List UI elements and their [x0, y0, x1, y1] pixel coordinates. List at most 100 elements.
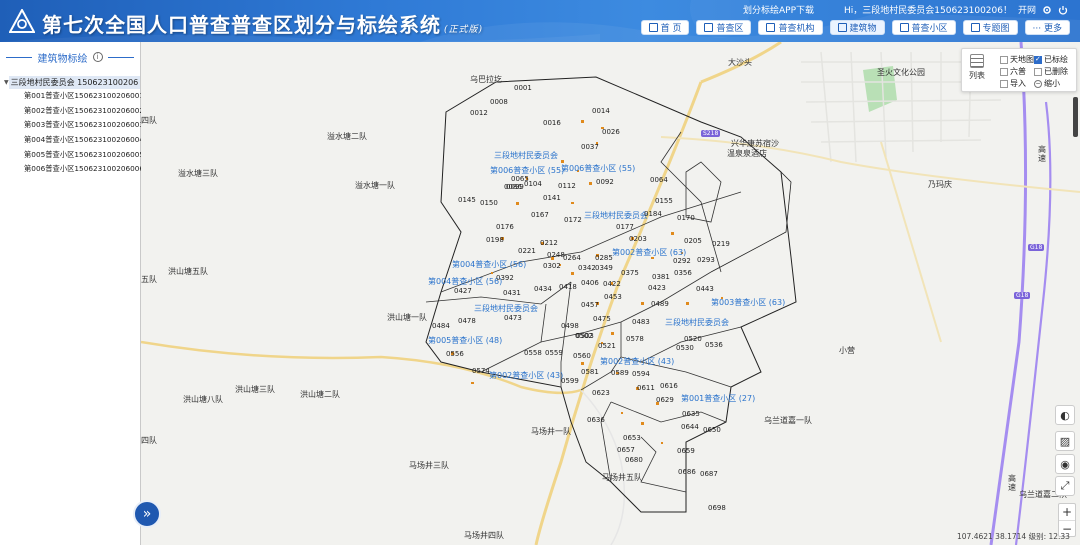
- building-label[interactable]: 0443: [696, 285, 714, 293]
- building-label[interactable]: 0427: [454, 287, 472, 295]
- layer-option-shrink[interactable]: − 缩小: [1034, 78, 1060, 89]
- building-label[interactable]: 0219: [712, 240, 730, 248]
- exit-link[interactable]: 开网: [1018, 3, 1036, 16]
- building-label[interactable]: 0184: [644, 210, 662, 218]
- building-label[interactable]: 0560: [573, 352, 591, 360]
- fullscreen-tool-button[interactable]: ⤢: [1055, 476, 1075, 496]
- building-label[interactable]: 0026: [602, 128, 620, 136]
- nav-building[interactable]: 建筑物: [829, 20, 885, 35]
- checkbox[interactable]: [1000, 55, 1008, 64]
- building-label[interactable]: 0473: [504, 314, 522, 322]
- area-label[interactable]: 第002普查小区 (43): [600, 356, 674, 367]
- building-label[interactable]: 0292: [673, 257, 691, 265]
- area-label[interactable]: 第004普查小区 (56): [428, 276, 502, 287]
- nav-agency[interactable]: 普查机构: [758, 20, 823, 35]
- map-scrollbar[interactable]: [1073, 97, 1078, 137]
- building-label[interactable]: 0381: [652, 273, 670, 281]
- building-label[interactable]: 0559: [545, 349, 563, 357]
- building-label[interactable]: 0016: [543, 119, 561, 127]
- tree-item-subdistrict-004[interactable]: 第004普查小区150623100206004: [0, 133, 144, 148]
- building-label[interactable]: 0629: [656, 396, 674, 404]
- building-label[interactable]: 0349: [595, 264, 613, 272]
- building-label[interactable]: 0064: [650, 176, 668, 184]
- map-view[interactable]: 乌巴拉圪 大沙头 溢水塘二队 溢水塘三队 溢水塘一队 兴华康苏宿沙 温泉泉酒店 …: [141, 42, 1080, 545]
- building-label[interactable]: 0293: [697, 256, 715, 264]
- building-label[interactable]: 0176: [496, 223, 514, 231]
- power-icon[interactable]: [1058, 5, 1068, 15]
- building-label[interactable]: 0431: [503, 289, 521, 297]
- building-label[interactable]: 0037: [581, 143, 599, 151]
- building-label[interactable]: 0099: [506, 183, 524, 191]
- building-label[interactable]: 0635: [682, 410, 700, 418]
- checkbox[interactable]: [1000, 79, 1008, 88]
- checkbox-checked[interactable]: [1034, 55, 1042, 64]
- building-label[interactable]: 0698: [708, 504, 726, 512]
- measure-tool-button[interactable]: ▨: [1055, 431, 1075, 451]
- building-label[interactable]: 0589: [611, 369, 629, 377]
- building-label[interactable]: 0653: [623, 434, 641, 442]
- building-label[interactable]: 0483: [632, 318, 650, 326]
- app-download-link[interactable]: 划分标绘APP下载: [743, 3, 814, 16]
- building-label[interactable]: 0177: [616, 223, 634, 231]
- building-label[interactable]: 0170: [677, 214, 695, 222]
- building-label[interactable]: 0556: [446, 350, 464, 358]
- building-label[interactable]: 0686: [678, 468, 696, 476]
- layer-option-deleted[interactable]: 已删除: [1034, 66, 1068, 77]
- building-label[interactable]: 0611: [637, 384, 655, 392]
- area-label[interactable]: 三段地村民委员会: [474, 303, 538, 314]
- building-label[interactable]: 0594: [632, 370, 650, 378]
- building-label[interactable]: 0150: [480, 199, 498, 207]
- building-label[interactable]: 0221: [518, 247, 536, 255]
- building-label[interactable]: 0581: [581, 368, 599, 376]
- checkbox[interactable]: [1034, 67, 1042, 76]
- nav-census-area[interactable]: 普查区: [696, 20, 752, 35]
- building-label[interactable]: 0657: [617, 446, 635, 454]
- area-label[interactable]: 第004普查小区 (56): [452, 259, 526, 270]
- building-label[interactable]: 0484: [432, 322, 450, 330]
- building-label[interactable]: 0141: [543, 194, 561, 202]
- settings-icon[interactable]: [1042, 5, 1052, 15]
- building-label[interactable]: 0342: [578, 264, 596, 272]
- list-button[interactable]: 列表: [966, 54, 988, 81]
- building-label[interactable]: 0498: [561, 322, 579, 330]
- building-label[interactable]: 0285: [595, 254, 613, 262]
- building-label[interactable]: 0530: [676, 344, 694, 352]
- tree-item-subdistrict-006[interactable]: 第006普查小区150623100206006: [0, 162, 144, 177]
- expand-panel-button[interactable]: »: [133, 500, 161, 528]
- nav-more[interactable]: ··· 更多: [1024, 20, 1070, 35]
- minus-circle-icon[interactable]: −: [1034, 79, 1042, 88]
- building-label[interactable]: 0302: [543, 262, 561, 270]
- building-label[interactable]: 0155: [655, 197, 673, 205]
- building-label[interactable]: 0520: [684, 335, 702, 343]
- building-label[interactable]: 0406: [581, 279, 599, 287]
- layer-option-sixth-census[interactable]: 六普: [1000, 66, 1026, 77]
- area-label[interactable]: 第006普查小区 (55): [561, 163, 635, 174]
- building-label[interactable]: 0478: [458, 317, 476, 325]
- building-label[interactable]: 0012: [470, 109, 488, 117]
- building-label[interactable]: 0453: [604, 293, 622, 301]
- area-label[interactable]: 第002普查小区 (43): [489, 370, 563, 381]
- building-label[interactable]: 0014: [592, 107, 610, 115]
- building-label[interactable]: 0356: [674, 269, 692, 277]
- building-label[interactable]: 0457: [581, 301, 599, 309]
- building-label[interactable]: 0104: [524, 180, 542, 188]
- building-label[interactable]: 0644: [681, 423, 699, 431]
- area-label[interactable]: 第001普查小区 (27): [681, 393, 755, 404]
- building-label[interactable]: 0375: [621, 269, 639, 277]
- building-label[interactable]: 0422: [603, 280, 621, 288]
- building-label[interactable]: 0574: [472, 367, 490, 375]
- building-label[interactable]: 0172: [564, 216, 582, 224]
- zoom-in-button[interactable]: +: [1059, 504, 1075, 521]
- area-label[interactable]: 第005普查小区 (48): [428, 335, 502, 346]
- nav-thematic-map[interactable]: 专题图: [962, 20, 1018, 35]
- building-label[interactable]: 0623: [592, 389, 610, 397]
- area-label[interactable]: 第003普查小区 (63): [711, 297, 785, 308]
- building-label[interactable]: 0616: [660, 382, 678, 390]
- layer-option-plotted[interactable]: 已标绘: [1034, 54, 1068, 65]
- nav-home[interactable]: 首 页: [640, 20, 690, 35]
- palette-tool-button[interactable]: ◐: [1055, 405, 1075, 425]
- building-label[interactable]: 0264: [563, 254, 581, 262]
- building-label[interactable]: 0392: [496, 274, 514, 282]
- nav-subdistrict[interactable]: 普查小区: [891, 20, 956, 35]
- area-label[interactable]: 三段地村民委员会: [665, 317, 729, 328]
